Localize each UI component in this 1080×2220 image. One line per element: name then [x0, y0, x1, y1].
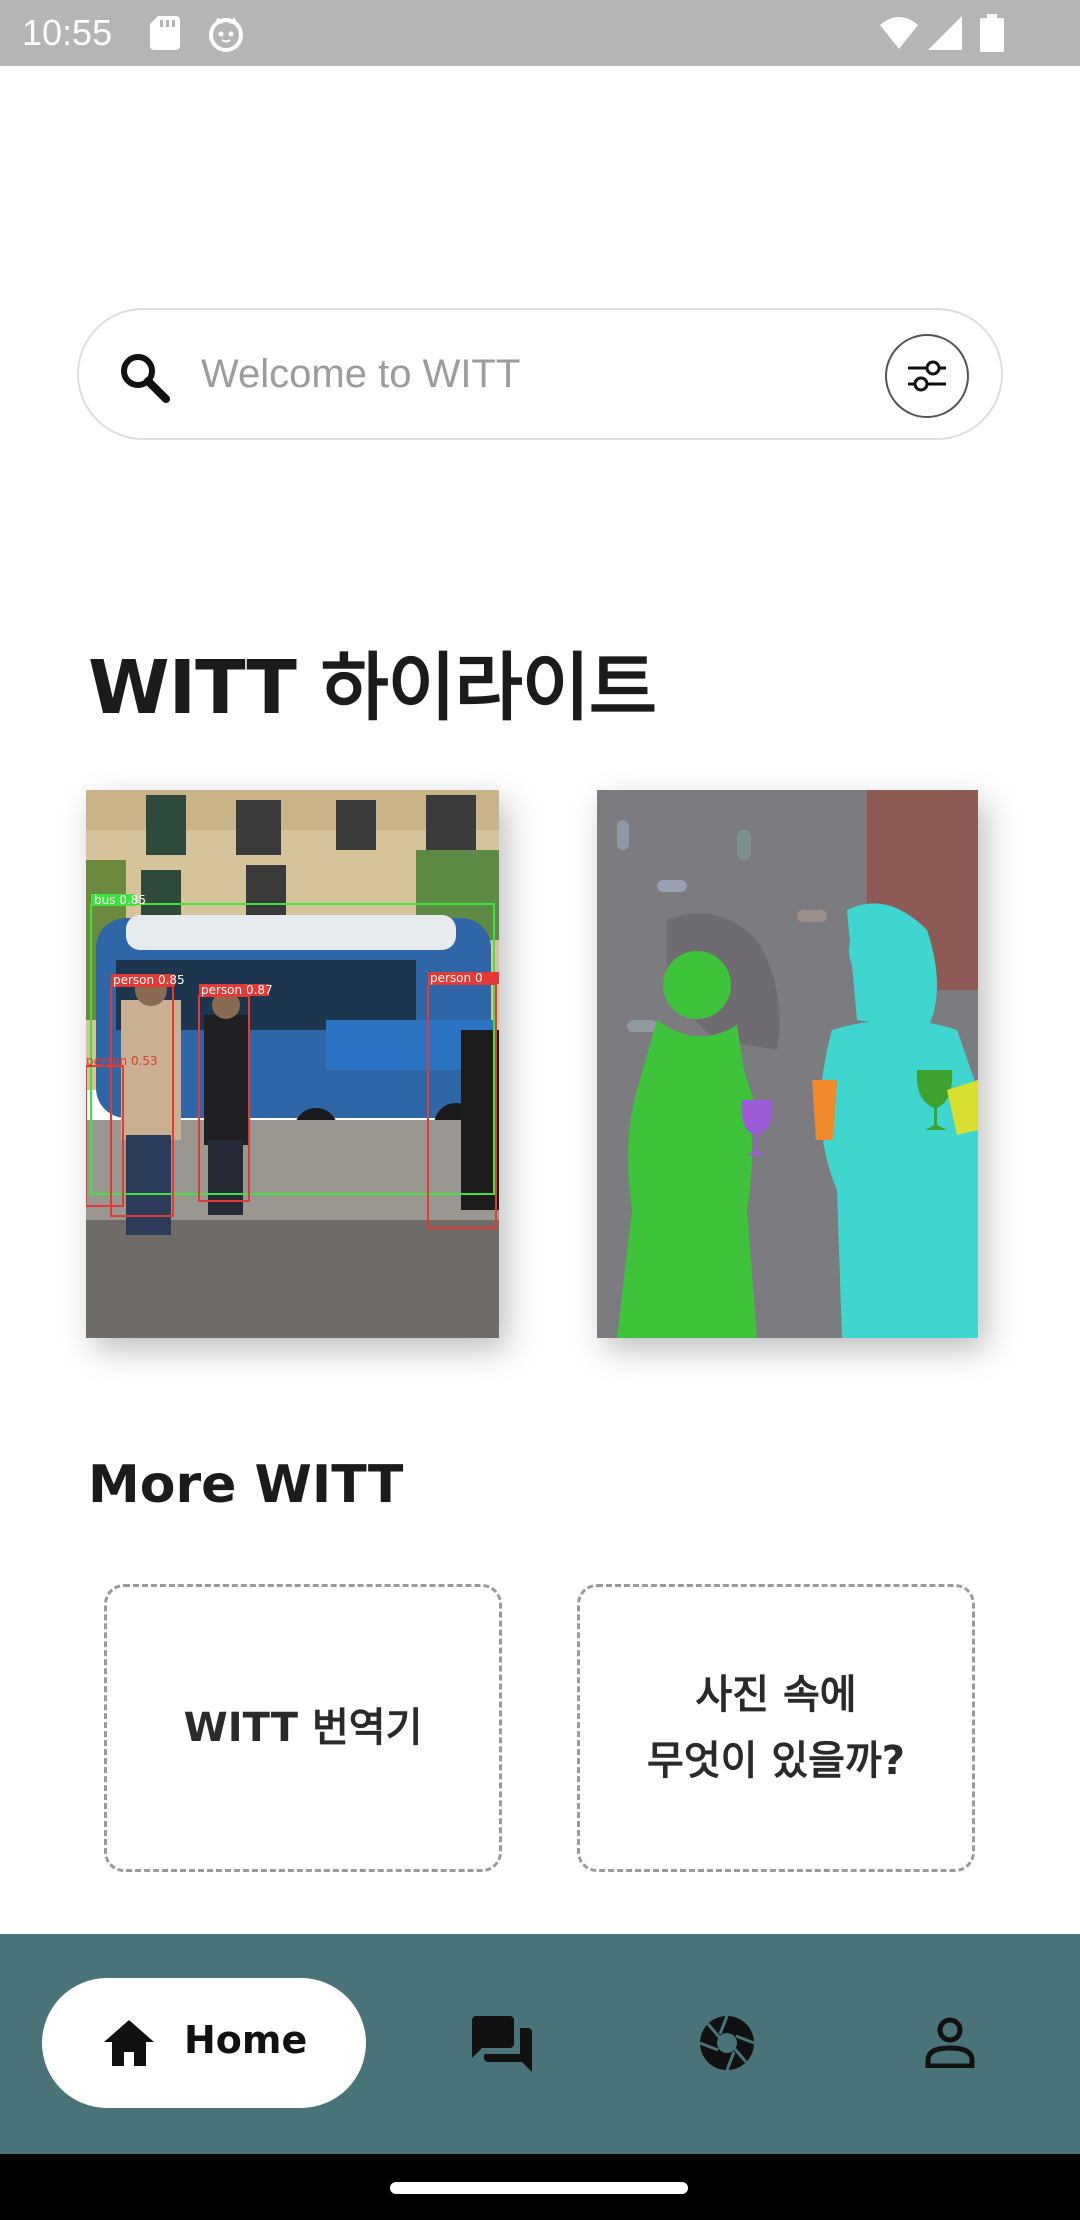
home-icon	[104, 2020, 154, 2066]
search-input[interactable]: Welcome to WITT	[201, 352, 520, 397]
highlight-segmentation-image[interactable]	[597, 790, 978, 1338]
highlights-title: WITT 하이라이트	[88, 645, 657, 731]
status-bar: 10:55	[0, 0, 1080, 66]
nav-home-tab[interactable]: Home	[42, 1978, 366, 2108]
wifi-icon	[880, 17, 918, 49]
person-icon[interactable]	[924, 2016, 976, 2068]
whats-in-photo-button[interactable]: 사진 속에 무엇이 있을까?	[577, 1584, 975, 1872]
home-gesture-bar[interactable]	[390, 2182, 688, 2194]
cat-icon	[209, 17, 243, 52]
search-icon	[121, 354, 170, 403]
detect-label-person-4: person 0	[430, 971, 483, 985]
detect-label-bus: bus 0.85	[94, 893, 146, 907]
signal-icon	[928, 16, 962, 50]
segmentation-photo	[597, 790, 978, 1338]
bottom-nav: Home	[0, 1934, 1080, 2154]
detect-label-person-3: person 0.53	[86, 1054, 158, 1068]
camera-icon[interactable]	[698, 2014, 756, 2072]
detection-photo: bus 0.85 person 0.85 person 0.87 person …	[86, 790, 499, 1338]
battery-icon	[980, 14, 1004, 52]
filter-button[interactable]	[885, 334, 969, 418]
status-time: 10:55	[22, 12, 113, 53]
more-title: More WITT	[88, 1455, 404, 1515]
detect-label-person-2: person 0.87	[201, 983, 273, 997]
highlight-detection-image[interactable]: bus 0.85 person 0.85 person 0.87 person …	[86, 790, 499, 1338]
chat-icon[interactable]	[472, 2016, 532, 2072]
tune-icon	[908, 360, 946, 392]
nav-home-label: Home	[184, 2018, 308, 2062]
search-bar[interactable]: Welcome to WITT	[77, 308, 1003, 440]
detect-label-person-1: person 0.85	[113, 973, 185, 987]
witt-translator-button[interactable]: WITT 번역기	[104, 1584, 502, 1872]
gesture-area	[0, 2154, 1080, 2220]
sd-card-icon	[150, 16, 180, 50]
